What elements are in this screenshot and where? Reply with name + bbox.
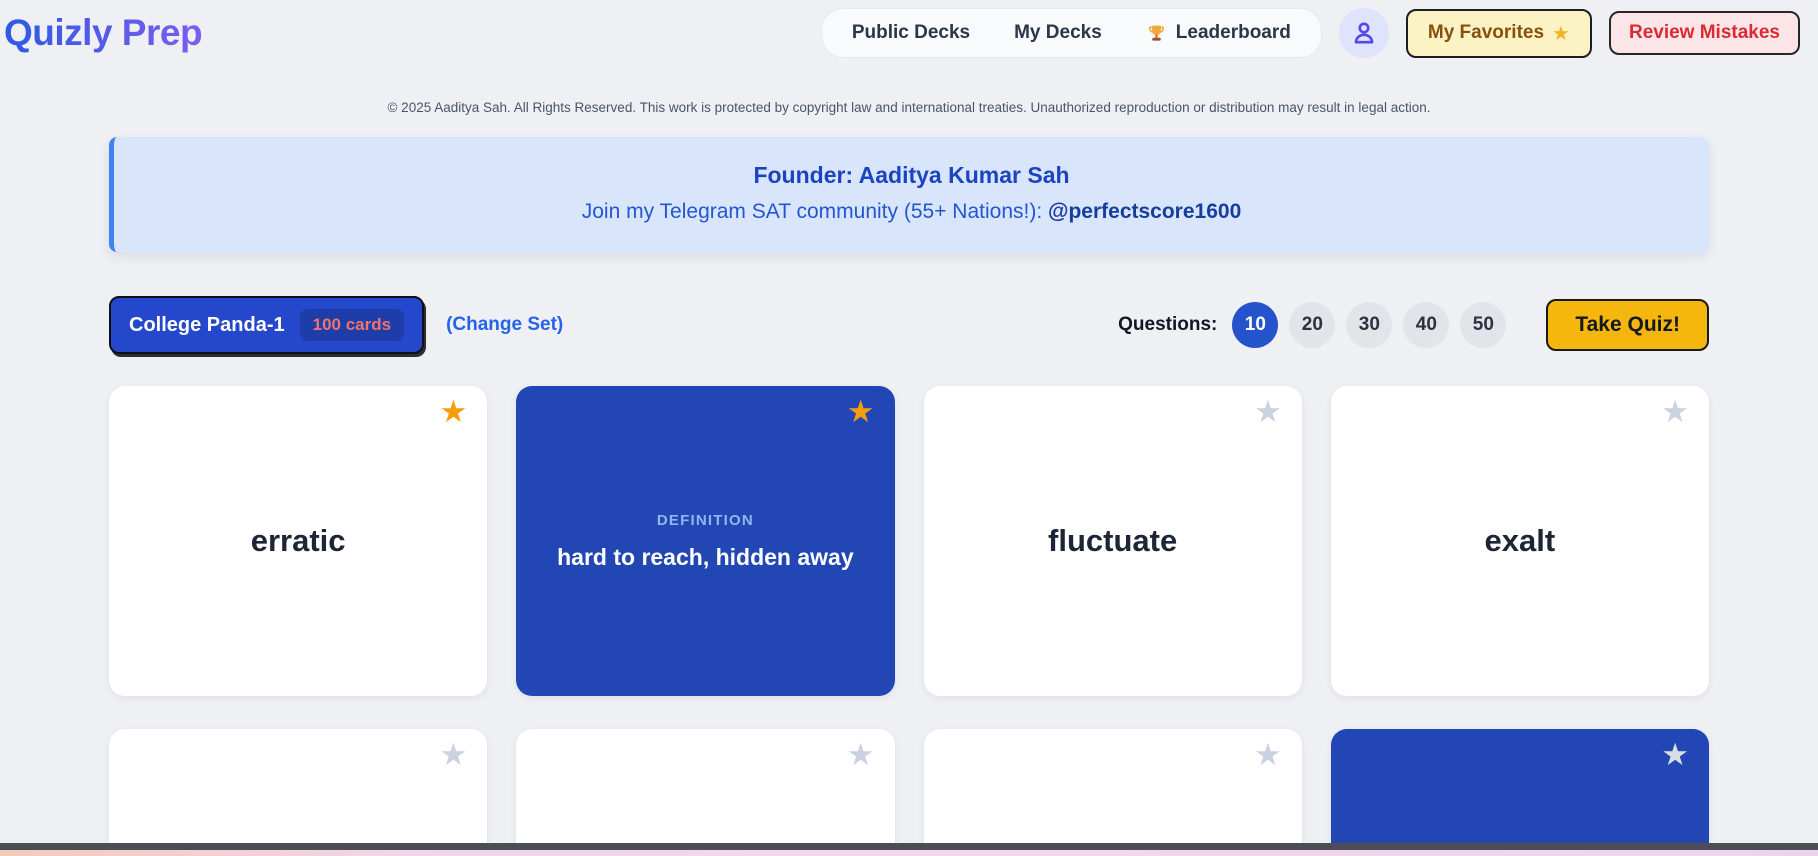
question-count-40[interactable]: 40 xyxy=(1403,302,1449,348)
copyright-notice: © 2025 Aaditya Sah. All Rights Reserved.… xyxy=(109,100,1709,115)
deck-selector-group: College Panda-1 100 cards (Change Set) xyxy=(109,296,563,354)
app-logo: Quizly Prep xyxy=(4,12,202,54)
nav-my-decks-label: My Decks xyxy=(1014,22,1102,44)
header: Quizly Prep Public Decks My Decks Leader xyxy=(0,0,1818,64)
deck-name: College Panda-1 xyxy=(129,314,285,337)
take-quiz-button[interactable]: Take Quiz! xyxy=(1546,299,1709,351)
star-icon[interactable]: ★ xyxy=(847,739,875,770)
window-bottom-edge xyxy=(0,843,1818,850)
nav-bar: Public Decks My Decks Leaderboard xyxy=(821,8,1322,58)
card-term: fluctuate xyxy=(1048,523,1177,559)
user-icon xyxy=(1349,18,1379,48)
flashcard-row2-3[interactable]: ★ xyxy=(924,729,1302,856)
flashcard-grid: ★ erratic ★ DEFINITION hard to reach, hi… xyxy=(109,386,1709,856)
star-icon[interactable]: ★ xyxy=(847,396,875,427)
flashcard-exalt[interactable]: ★ exalt xyxy=(1331,386,1709,696)
star-icon[interactable]: ★ xyxy=(1254,396,1282,427)
flashcard-row2-flipped[interactable]: ★ DEFINITION xyxy=(1331,729,1709,856)
star-icon[interactable]: ★ xyxy=(1661,739,1689,770)
main-content: © 2025 Aaditya Sah. All Rights Reserved.… xyxy=(109,100,1709,856)
question-count-10[interactable]: 10 xyxy=(1232,302,1278,348)
deck-card-count-badge: 100 cards xyxy=(300,309,404,341)
star-icon[interactable]: ★ xyxy=(439,739,467,770)
star-icon[interactable]: ★ xyxy=(1254,739,1282,770)
current-deck-button[interactable]: College Panda-1 100 cards xyxy=(109,296,424,354)
telegram-handle[interactable]: @perfectscore1600 xyxy=(1048,200,1241,223)
deck-toolbar: College Panda-1 100 cards (Change Set) Q… xyxy=(109,296,1709,354)
nav-public-decks-label: Public Decks xyxy=(852,22,970,44)
review-mistakes-label: Review Mistakes xyxy=(1629,22,1780,44)
nav-my-decks[interactable]: My Decks xyxy=(1014,22,1102,44)
star-icon[interactable]: ★ xyxy=(1661,396,1689,427)
card-term: erratic xyxy=(251,523,346,559)
header-right: Public Decks My Decks Leaderboard xyxy=(821,8,1800,58)
flashcard-row2-1[interactable]: ★ xyxy=(109,729,487,856)
flashcard-fluctuate[interactable]: ★ fluctuate xyxy=(924,386,1302,696)
telegram-invite-text: Join my Telegram SAT community (55+ Nati… xyxy=(582,200,1048,223)
question-count-30[interactable]: 30 xyxy=(1346,302,1392,348)
nav-public-decks[interactable]: Public Decks xyxy=(852,22,970,44)
definition-label: DEFINITION xyxy=(657,512,754,529)
flashcard-row2-2[interactable]: ★ xyxy=(516,729,894,856)
change-set-link[interactable]: (Change Set) xyxy=(446,314,563,336)
card-term: exalt xyxy=(1485,523,1556,559)
trophy-icon xyxy=(1146,23,1167,44)
flashcard-erratic[interactable]: ★ erratic xyxy=(109,386,487,696)
quiz-controls: Questions: 10 20 30 40 50 Take Quiz! xyxy=(1118,299,1709,351)
star-icon[interactable]: ★ xyxy=(439,396,467,427)
telegram-invite-line: Join my Telegram SAT community (55+ Nati… xyxy=(134,200,1689,224)
nav-leaderboard[interactable]: Leaderboard xyxy=(1146,22,1291,44)
my-favorites-button[interactable]: My Favorites ★ xyxy=(1406,9,1592,58)
review-mistakes-button[interactable]: Review Mistakes xyxy=(1609,11,1800,55)
question-count-50[interactable]: 50 xyxy=(1460,302,1506,348)
founder-title: Founder: Aaditya Kumar Sah xyxy=(134,162,1689,189)
question-count-20[interactable]: 20 xyxy=(1289,302,1335,348)
founder-banner: Founder: Aaditya Kumar Sah Join my Teleg… xyxy=(109,137,1709,252)
definition-text: hard to reach, hidden away xyxy=(557,544,854,571)
my-favorites-label: My Favorites xyxy=(1428,22,1544,44)
flashcard-flipped-definition[interactable]: ★ DEFINITION hard to reach, hidden away xyxy=(516,386,894,696)
taskbar-edge-strip xyxy=(0,850,1818,856)
favorite-star-icon: ★ xyxy=(1552,21,1570,46)
questions-label: Questions: xyxy=(1118,314,1217,336)
profile-avatar-button[interactable] xyxy=(1339,8,1389,58)
nav-leaderboard-label: Leaderboard xyxy=(1176,22,1291,44)
